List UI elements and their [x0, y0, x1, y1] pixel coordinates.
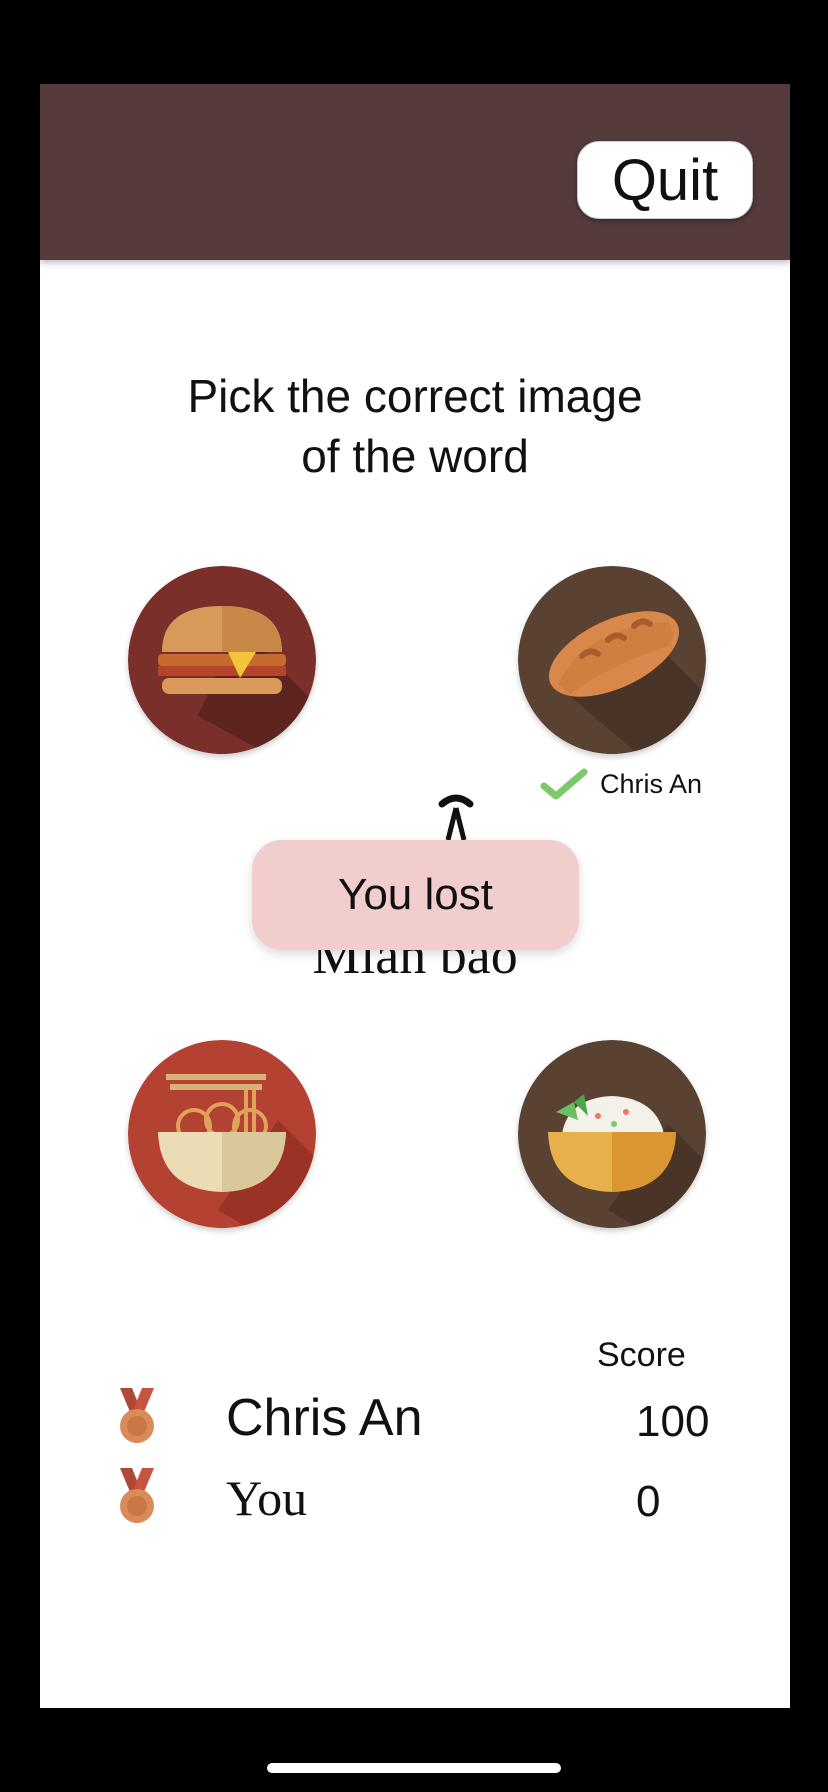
player-row: You 0: [116, 1468, 756, 1538]
prompt-line-2: of the word: [301, 430, 529, 482]
score-header: Score: [597, 1336, 686, 1374]
prompt-line-1: Pick the correct image: [187, 370, 643, 422]
home-indicator[interactable]: [267, 1763, 561, 1773]
choice-rice[interactable]: [518, 1040, 706, 1228]
correct-answer-marker: Chris An: [540, 766, 702, 802]
bread-icon: [518, 566, 706, 754]
player-name: Chris An: [226, 1389, 423, 1447]
choice-burger[interactable]: [128, 566, 316, 754]
player-score: 0: [636, 1477, 661, 1526]
answer-player-name: Chris An: [600, 768, 703, 799]
bronze-medal-icon: [120, 1388, 154, 1443]
quit-button[interactable]: Quit: [577, 141, 753, 219]
rice-bowl-icon: [518, 1040, 706, 1228]
checkmark-icon: [540, 768, 588, 800]
player-name: You: [226, 1470, 308, 1526]
burger-icon: [128, 566, 316, 754]
player-score: 100: [636, 1397, 710, 1446]
player-row: Chris An 100: [116, 1388, 756, 1458]
game-screen: Quit Pick the correct image of the word: [40, 84, 790, 1708]
question-prompt: Pick the correct image of the word: [40, 366, 790, 486]
choice-bread[interactable]: [518, 566, 706, 754]
top-bar: Quit: [40, 84, 790, 260]
bronze-medal-icon: [120, 1468, 154, 1523]
speaker-icon[interactable]: [436, 790, 476, 844]
result-toast: You lost: [252, 840, 579, 950]
noodle-bowl-icon: [128, 1040, 316, 1228]
choice-noodles[interactable]: [128, 1040, 316, 1228]
